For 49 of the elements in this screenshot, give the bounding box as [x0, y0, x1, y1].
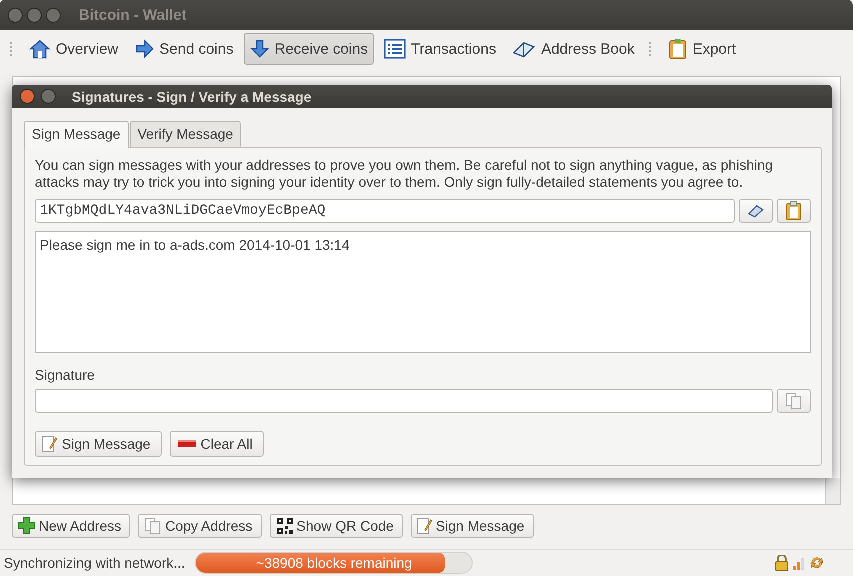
- address-field[interactable]: 1KTgbMQdLY4ava3NLiDGCaeVmoyEcBpeAQ: [35, 199, 735, 223]
- toolbar-button[interactable]: Overview: [23, 33, 125, 65]
- arrow-right-icon: [134, 39, 155, 59]
- address-book-button[interactable]: [739, 199, 773, 223]
- note-pencil-icon: [416, 517, 433, 535]
- signal-icon: [792, 556, 806, 570]
- paste-button[interactable]: [777, 199, 811, 223]
- eraser-icon: [176, 438, 197, 450]
- signature-label: Signature: [35, 367, 96, 383]
- toolbar-button[interactable]: Receive coins: [244, 33, 374, 65]
- action-button[interactable]: Sign Message: [410, 514, 534, 538]
- dialog-title: Signatures - Sign / Verify a Message: [72, 88, 312, 104]
- close-button[interactable]: [8, 8, 23, 22]
- progress-label: ~38908 blocks remaining: [255, 555, 414, 571]
- toolbar-button[interactable]: Address Book: [506, 33, 641, 65]
- description-text: You can sign messages with your addresses to prove you own them. Be careful not to sign anything vague, as phishing attacks may try to trick you into signing your identity over to them. Only sign fully-detailed statements you agree to.: [35, 157, 774, 191]
- maximize-button[interactable]: [46, 8, 61, 22]
- tab[interactable]: Verify Message: [130, 121, 242, 147]
- action-button[interactable]: Show QR Code: [270, 514, 403, 538]
- sync-icon: [809, 555, 825, 571]
- window-title: Bitcoin - Wallet: [79, 6, 187, 24]
- lock-icon: [775, 555, 789, 571]
- signature-field[interactable]: [35, 389, 773, 413]
- qr-code-icon: [276, 517, 294, 535]
- note-pencil-icon: [42, 435, 58, 453]
- close-button[interactable]: [20, 89, 35, 104]
- toolbar-button[interactable]: Export: [662, 33, 742, 65]
- copy-icon: [785, 392, 803, 410]
- scrollbar[interactable]: [825, 478, 840, 504]
- house-icon: [29, 38, 51, 60]
- arrow-down-icon: [250, 39, 270, 59]
- clipboard-icon: [668, 38, 688, 60]
- maximize-button[interactable]: [41, 89, 56, 104]
- message-field[interactable]: Please sign me in to a-ads.com 2014-10-01 13:14: [35, 231, 811, 353]
- eraser-icon: [746, 203, 766, 219]
- clipboard-icon: [785, 201, 803, 221]
- tab[interactable]: Sign Message: [24, 121, 129, 148]
- action-button[interactable]: New Address: [12, 514, 130, 538]
- sign-message-button[interactable]: Sign Message: [35, 431, 162, 457]
- minimize-button[interactable]: [27, 8, 42, 22]
- toolbar-button[interactable]: Send coins: [128, 33, 240, 65]
- toolbar-button[interactable]: Transactions: [378, 33, 502, 65]
- plus-icon: [18, 517, 36, 535]
- action-button[interactable]: Copy Address: [138, 514, 262, 538]
- status-text: Synchronizing with network...: [4, 555, 186, 571]
- clear-all-button[interactable]: Clear All: [170, 431, 264, 457]
- copy-button[interactable]: [777, 389, 811, 413]
- copy-icon: [144, 517, 162, 535]
- list-icon: [384, 39, 406, 59]
